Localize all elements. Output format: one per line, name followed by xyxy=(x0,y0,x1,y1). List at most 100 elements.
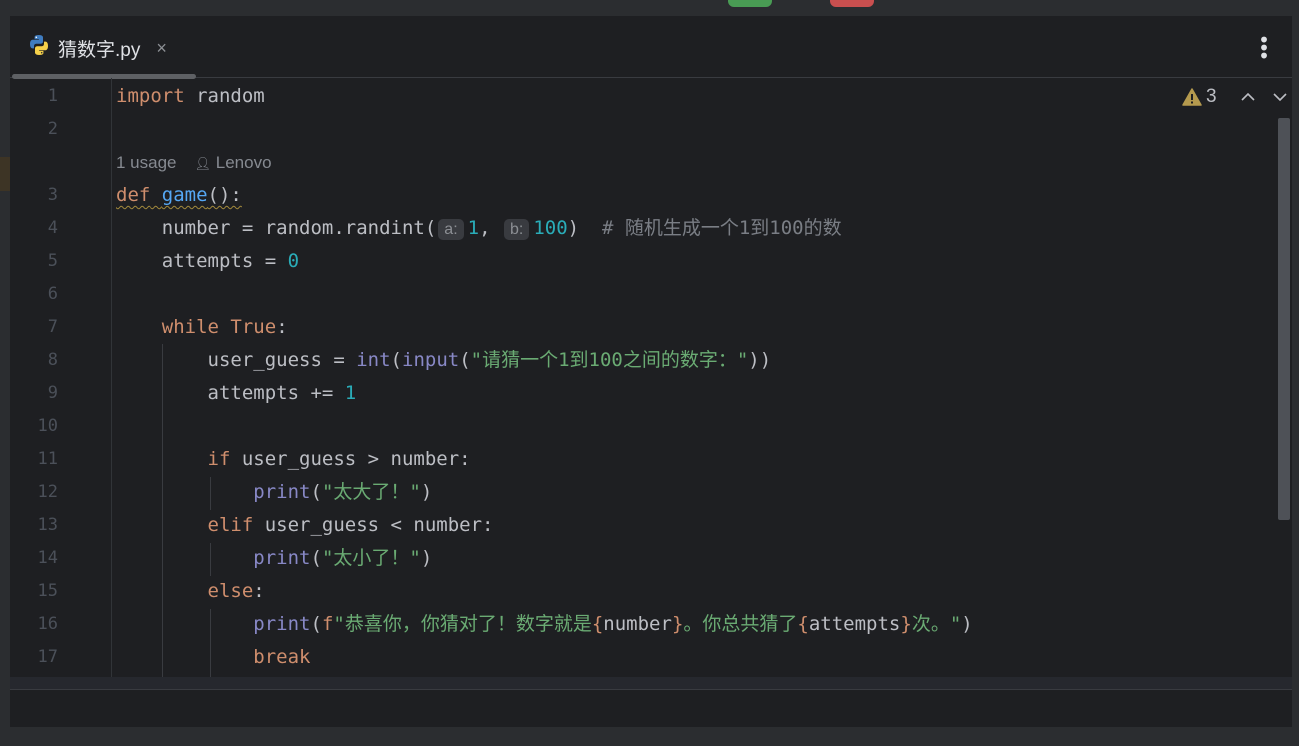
code-token: (): xyxy=(207,184,242,206)
line-number: 5 xyxy=(47,251,58,271)
stop-button[interactable] xyxy=(830,0,874,7)
code-line[interactable]: 11 if user_guess > number: xyxy=(0,443,1282,476)
editor-bottom-divider xyxy=(10,689,1292,690)
code-token: input xyxy=(402,349,460,371)
warning-count[interactable]: 3 xyxy=(1182,86,1217,108)
code-token: random xyxy=(184,85,265,107)
line-number: 11 xyxy=(37,449,58,469)
tab-title: 猜数字.py xyxy=(58,39,141,61)
code-token: 1 xyxy=(467,217,480,239)
code-token: # 随机生成一个1到100的数 xyxy=(601,217,842,239)
code-text: import random xyxy=(116,80,265,113)
tab-guess-number[interactable]: 猜数字.py × xyxy=(28,35,167,61)
code-line[interactable]: 5 attempts = 0 xyxy=(0,245,1282,278)
code-token: game xyxy=(161,184,208,206)
code-line[interactable]: 4 number = random.randint(a: 1, b: 100) # … xyxy=(0,212,1282,245)
code-text: print("太大了！") xyxy=(116,476,432,509)
line-number: 3 xyxy=(47,185,58,205)
run-button[interactable] xyxy=(728,0,772,7)
code-token: { xyxy=(591,613,604,635)
code-text: break xyxy=(116,641,310,674)
code-token: : xyxy=(276,316,288,338)
status-bar xyxy=(0,727,1299,746)
code-line[interactable]: 16 print(f"恭喜你，你猜对了！数字就是{number}。你总共猜了{a… xyxy=(0,608,1282,641)
editor-tab-bar: 猜数字.py × • • • xyxy=(10,16,1292,79)
code-line[interactable]: 13 elif user_guess < number: xyxy=(0,509,1282,542)
code-token: True xyxy=(230,316,277,338)
code-line[interactable]: 7 while True: xyxy=(0,311,1282,344)
line-number: 15 xyxy=(37,581,58,601)
code-line[interactable]: 9 attempts += 1 xyxy=(0,377,1282,410)
code-token: "太小了！" xyxy=(321,547,421,569)
author-link[interactable]: 👤︎ Lenovo xyxy=(195,146,272,179)
code-token: ) xyxy=(420,481,433,503)
line-number: 4 xyxy=(47,218,58,238)
code-text: while True: xyxy=(116,311,288,344)
code-token: attempts xyxy=(808,613,901,635)
code-token: ( xyxy=(390,349,402,371)
code-text: attempts += 1 xyxy=(116,377,357,410)
vertical-scrollbar[interactable] xyxy=(1278,118,1290,520)
active-tab-indicator xyxy=(12,74,196,79)
code-token: ( xyxy=(310,547,322,569)
code-token: : xyxy=(253,580,265,602)
code-line[interactable]: 3 def game(): xyxy=(0,179,1282,212)
line-number: 14 xyxy=(37,548,58,568)
next-highlight-icon[interactable] xyxy=(1273,92,1287,102)
parameter-hint: a: xyxy=(438,219,464,240)
code-token: while xyxy=(161,316,219,338)
code-token: if xyxy=(207,448,231,470)
code-token: ( xyxy=(459,349,471,371)
line-number: 8 xyxy=(47,350,58,370)
inspection-widget[interactable]: 3 xyxy=(1182,86,1287,108)
code-token: 100 xyxy=(533,217,568,239)
code-line[interactable]: 17 break xyxy=(0,641,1282,674)
code-token: number = random.randint( xyxy=(116,217,437,239)
code-token: ) xyxy=(567,217,602,239)
code-text: attempts = 0 xyxy=(116,245,299,278)
line-number: 1 xyxy=(47,86,58,106)
code-line[interactable]: 1 import random xyxy=(0,80,1282,113)
code-token: ( xyxy=(310,481,322,503)
code-token: ) xyxy=(961,613,973,635)
code-line[interactable]: 15 else: xyxy=(0,575,1282,608)
code-token: 0 xyxy=(287,250,300,272)
code-line[interactable]: 2 xyxy=(0,113,1282,146)
code-token: , xyxy=(479,217,502,239)
code-text: if user_guess > number: xyxy=(116,443,471,476)
right-toolwindow-strip xyxy=(1292,16,1299,727)
warning-icon xyxy=(1182,88,1202,106)
code-text: print("太小了！") xyxy=(116,542,432,575)
warning-count-text: 3 xyxy=(1206,86,1217,107)
code-line[interactable]: 12 print("太大了！") xyxy=(0,476,1282,509)
code-line[interactable]: 10 xyxy=(0,410,1282,443)
code-line[interactable]: 8 user_guess = int(input("请猜一个1到100之间的数字… xyxy=(0,344,1282,377)
code-token: import xyxy=(116,85,185,107)
code-text: print(f"恭喜你，你猜对了！数字就是{number}。你总共猜了{atte… xyxy=(116,608,973,641)
more-options-icon[interactable]: • • • xyxy=(1258,30,1270,66)
code-text: else: xyxy=(116,575,265,608)
code-token: else xyxy=(207,580,254,602)
code-token: print xyxy=(253,547,311,569)
code-token: 。你总共猜了 xyxy=(683,613,798,635)
code-token: "太大了！" xyxy=(321,481,421,503)
code-token: f xyxy=(321,613,334,635)
code-token: ) xyxy=(420,547,433,569)
usages-link[interactable]: 1 usage xyxy=(116,146,177,179)
code-text: def game(): xyxy=(116,179,242,212)
code-token: { xyxy=(797,613,809,635)
code-line[interactable]: 14 print("太小了！") xyxy=(0,542,1282,575)
line-number: 17 xyxy=(37,647,58,667)
close-tab-icon[interactable]: × xyxy=(156,38,167,59)
previous-highlight-icon[interactable] xyxy=(1241,92,1255,102)
code-line[interactable]: 6 xyxy=(0,278,1282,311)
line-number: 12 xyxy=(37,482,58,502)
